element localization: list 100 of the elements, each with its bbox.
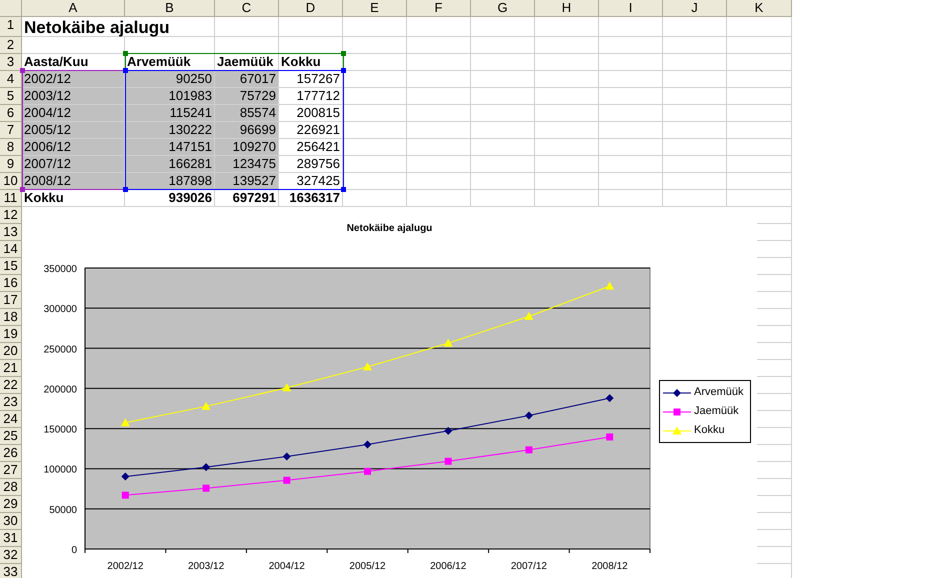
row-header[interactable]: 6 [0,105,22,122]
empty-cell[interactable] [535,54,599,71]
empty-cell[interactable] [727,71,792,88]
empty-cell[interactable] [599,37,663,54]
empty-cell[interactable] [407,54,471,71]
empty-cell[interactable] [471,156,535,173]
empty-cell[interactable] [407,156,471,173]
column-header[interactable]: K [727,0,792,17]
empty-cell[interactable] [535,173,599,190]
empty-cell[interactable] [343,139,407,156]
empty-cell[interactable] [407,88,471,105]
empty-cell[interactable] [407,37,471,54]
column-header[interactable]: A [22,0,125,17]
empty-cell[interactable] [599,173,663,190]
row-header[interactable]: 25 [0,428,22,445]
empty-cell[interactable] [471,71,535,88]
empty-cell[interactable] [663,105,727,122]
column-header[interactable]: F [407,0,471,17]
empty-cell[interactable] [471,139,535,156]
empty-cell[interactable] [727,139,792,156]
empty-cell[interactable] [535,156,599,173]
empty-cell[interactable] [343,105,407,122]
row-header[interactable]: 8 [0,139,22,156]
column-header[interactable]: E [343,0,407,17]
empty-cell[interactable] [727,54,792,71]
empty-cell[interactable] [407,122,471,139]
empty-cell[interactable] [407,139,471,156]
empty-cell[interactable] [599,17,663,37]
empty-cell[interactable] [215,17,279,37]
column-header[interactable]: I [599,0,663,17]
select-all-corner[interactable] [0,0,22,17]
row-header[interactable]: 20 [0,343,22,360]
row-header[interactable]: 30 [0,513,22,530]
empty-cell[interactable] [343,122,407,139]
empty-cell[interactable] [663,156,727,173]
row-header[interactable]: 15 [0,258,22,275]
empty-cell[interactable] [599,156,663,173]
row-header[interactable]: 27 [0,462,22,479]
empty-cell[interactable] [535,88,599,105]
column-header[interactable]: H [535,0,599,17]
row-header[interactable]: 12 [0,207,22,224]
column-header[interactable]: G [471,0,535,17]
column-header[interactable]: B [125,0,215,17]
empty-cell[interactable] [663,54,727,71]
row-header[interactable]: 16 [0,275,22,292]
row-header[interactable]: 32 [0,547,22,564]
empty-cell[interactable] [663,88,727,105]
empty-cell[interactable] [535,71,599,88]
empty-cell[interactable] [279,17,343,37]
empty-cell[interactable] [727,105,792,122]
row-header[interactable]: 11 [0,190,22,207]
empty-cell[interactable] [727,173,792,190]
row-header[interactable]: 5 [0,88,22,105]
empty-cell[interactable] [599,54,663,71]
empty-cell[interactable] [471,54,535,71]
empty-cell[interactable] [599,122,663,139]
empty-cell[interactable] [727,17,792,37]
row-header[interactable]: 2 [0,37,22,54]
row-header[interactable]: 9 [0,156,22,173]
empty-cell[interactable] [535,139,599,156]
empty-cell[interactable] [663,173,727,190]
row-header[interactable]: 17 [0,292,22,309]
empty-cell[interactable] [599,139,663,156]
empty-cell[interactable] [535,105,599,122]
empty-cell[interactable] [599,71,663,88]
empty-cell[interactable] [407,105,471,122]
row-header[interactable]: 4 [0,71,22,88]
row-header[interactable]: 31 [0,530,22,547]
row-header[interactable]: 18 [0,309,22,326]
empty-cell[interactable] [471,173,535,190]
column-header[interactable]: J [663,0,727,17]
column-header[interactable]: D [279,0,343,17]
empty-cell[interactable] [599,105,663,122]
empty-cell[interactable] [663,71,727,88]
empty-cell[interactable] [535,122,599,139]
empty-cell[interactable] [727,37,792,54]
row-header[interactable]: 23 [0,394,22,411]
empty-cell[interactable] [727,122,792,139]
row-header[interactable]: 7 [0,122,22,139]
empty-cell[interactable] [343,88,407,105]
empty-cell[interactable] [663,17,727,37]
empty-cell[interactable] [343,17,407,37]
empty-cell[interactable] [343,156,407,173]
row-header[interactable]: 10 [0,173,22,190]
row-header[interactable]: 29 [0,496,22,513]
empty-cell[interactable] [727,88,792,105]
row-header[interactable]: 1 [0,17,22,37]
row-header[interactable]: 22 [0,377,22,394]
row-header[interactable]: 26 [0,445,22,462]
empty-cell[interactable] [599,88,663,105]
empty-cell[interactable] [471,105,535,122]
column-header[interactable]: C [215,0,279,17]
row-header[interactable]: 14 [0,241,22,258]
row-header[interactable]: 24 [0,411,22,428]
row-header[interactable]: 33 [0,564,22,578]
empty-cell[interactable] [471,88,535,105]
empty-cell[interactable] [663,37,727,54]
empty-cell[interactable] [663,122,727,139]
row-header[interactable]: 3 [0,54,22,71]
empty-cell[interactable] [407,17,471,37]
